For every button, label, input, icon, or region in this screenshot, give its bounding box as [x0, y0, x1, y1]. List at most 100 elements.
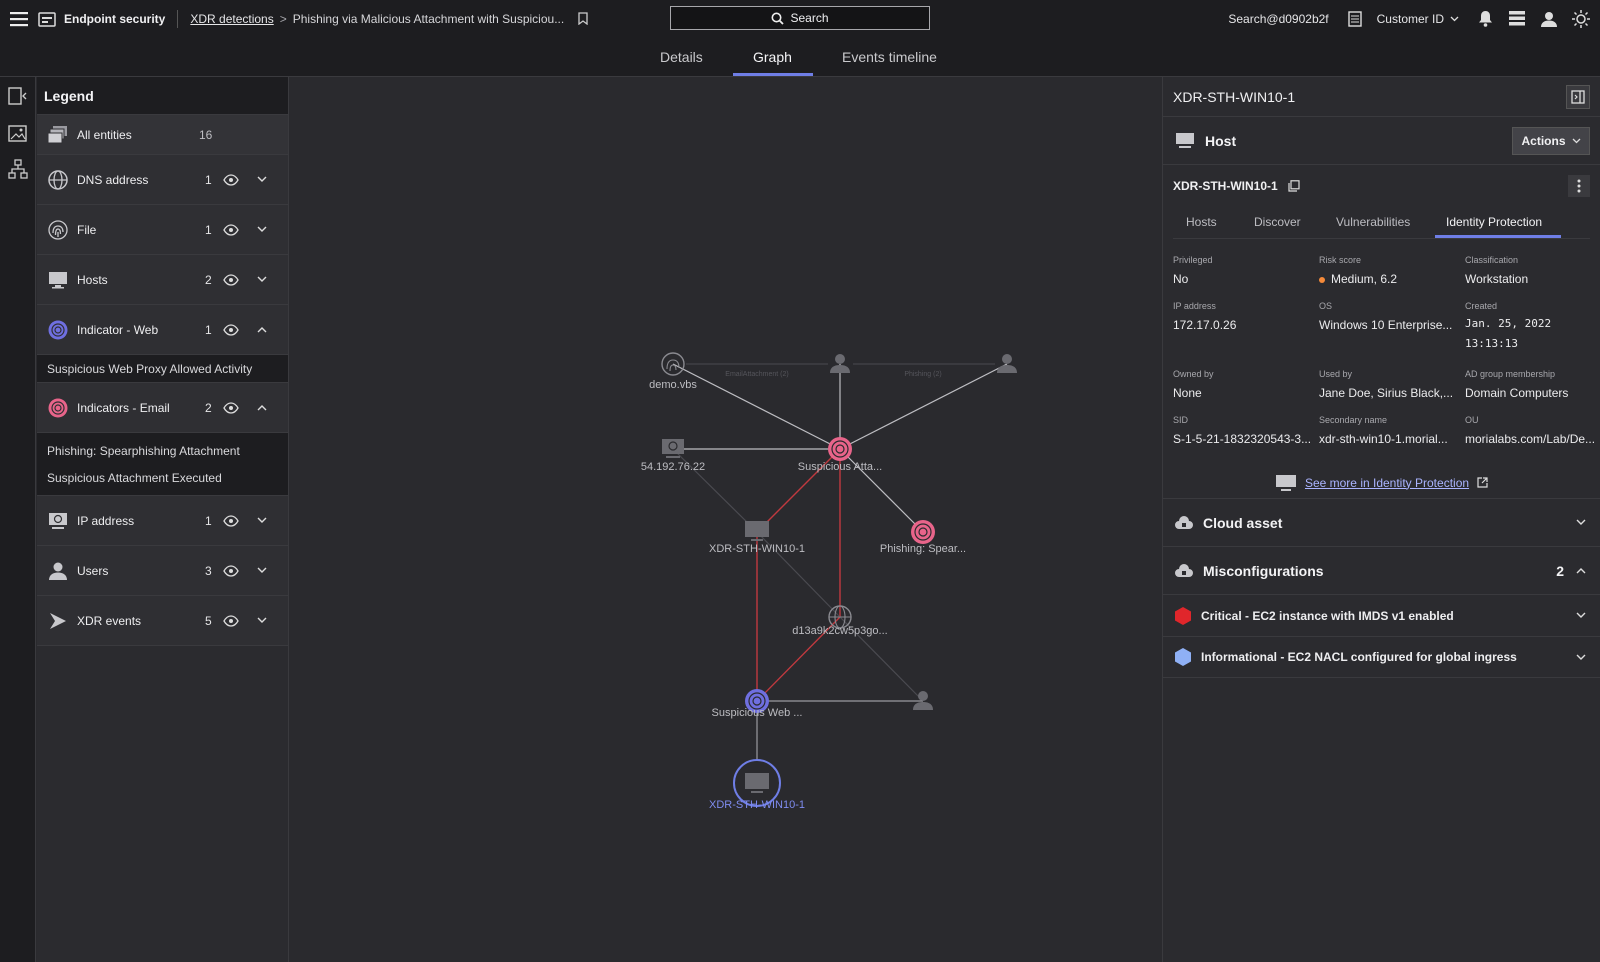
copy-icon[interactable]: [1288, 180, 1300, 192]
profile-icon[interactable]: [1538, 8, 1560, 30]
legend-sublist-indicators-email: Phishing: Spearphishing Attachment Suspi…: [37, 433, 288, 496]
theme-toggle-icon[interactable]: [1570, 8, 1592, 30]
legend-count: 1: [205, 322, 212, 337]
cloud-lock-icon: [1175, 515, 1193, 529]
field-secondary-name: Secondary name xdr-sth-win10-1.morial...: [1319, 415, 1448, 446]
see-more-link[interactable]: See more in Identity Protection: [1305, 476, 1469, 490]
legend-item-file[interactable]: File 1: [37, 205, 288, 255]
eye-icon[interactable]: [223, 323, 239, 336]
field-ip-address: IP address 172.17.0.26: [1173, 301, 1237, 332]
subtab-identity-protection[interactable]: Identity Protection: [1446, 215, 1542, 229]
node-label: 54.192.76.22: [640, 461, 706, 473]
list-item[interactable]: Suspicious Web Proxy Allowed Activity: [37, 355, 288, 382]
external-link-icon[interactable]: [1477, 477, 1488, 488]
collapse-panel-icon[interactable]: [8, 86, 28, 106]
legend-all-entities[interactable]: All entities 16: [37, 115, 288, 155]
image-icon[interactable]: [8, 124, 28, 144]
bookmark-icon[interactable]: [578, 12, 588, 25]
list-item[interactable]: Phishing: Spearphishing Attachment: [37, 437, 288, 464]
node-label: Suspicious Web ...: [711, 707, 803, 719]
legend-item-users[interactable]: Users 3: [37, 546, 288, 596]
chevron-down-icon[interactable]: [257, 617, 267, 624]
chevron-down-icon: [1572, 138, 1580, 144]
eye-icon[interactable]: [223, 514, 239, 527]
legend-count: 16: [199, 127, 213, 142]
misconfig-item-informational[interactable]: Informational - EC2 NACL configured for …: [1163, 636, 1600, 677]
field-risk-score: Risk score Medium, 6.2: [1319, 255, 1398, 286]
actions-button[interactable]: Actions: [1512, 127, 1590, 155]
node-phishing[interactable]: [911, 520, 935, 544]
monitor-icon: [1176, 133, 1194, 148]
legend-item-indicator-web[interactable]: Indicator - Web 1: [37, 305, 288, 355]
list-item[interactable]: Suspicious Attachment Executed: [37, 464, 288, 491]
legend-count: 2: [205, 400, 212, 415]
field-owned-by: Owned by None: [1173, 369, 1214, 400]
section-title: Misconfigurations: [1203, 562, 1324, 579]
graph-tree-icon[interactable]: [8, 159, 28, 179]
subtab-hosts[interactable]: Hosts: [1186, 215, 1217, 229]
customer-id-dropdown[interactable]: Customer ID: [1377, 12, 1459, 26]
identity-fields: Privileged No Risk score Medium, 6.2 Class…: [1173, 239, 1595, 471]
legend-item-ip-address[interactable]: IP address 1: [37, 496, 288, 546]
eye-icon[interactable]: [223, 273, 239, 286]
collapse-panel-button[interactable]: [1566, 85, 1590, 109]
misconfig-count: 2: [1556, 562, 1564, 579]
eye-icon[interactable]: [223, 614, 239, 627]
subtab-discover[interactable]: Discover: [1254, 215, 1301, 229]
divider: [177, 9, 179, 28]
node-user-2[interactable]: [997, 354, 1017, 373]
chevron-down-icon[interactable]: [257, 517, 267, 524]
legend-count: 1: [205, 172, 212, 187]
graph-svg: EmailAttachment (2) Phishing (2): [661, 352, 1017, 807]
user-account[interactable]: Search@d0902b2f: [1228, 12, 1328, 26]
eye-icon[interactable]: [223, 223, 239, 236]
chevron-down-icon[interactable]: [257, 567, 267, 574]
field-privileged: Privileged No: [1173, 255, 1213, 286]
subtab-vulnerabilities[interactable]: Vulnerabilities: [1336, 215, 1410, 229]
tab-events-timeline[interactable]: Events timeline: [842, 49, 937, 65]
field-sid: SID S-1-5-21-1832320543-3...: [1173, 415, 1312, 446]
eye-icon[interactable]: [223, 173, 239, 186]
graph-canvas[interactable]: EmailAttachment (2) Phishing (2) demo.vb…: [290, 77, 1161, 962]
tab-details[interactable]: Details: [660, 49, 703, 65]
chevron-up-icon[interactable]: [257, 404, 267, 411]
legend-item-dns-address[interactable]: DNS address 1: [37, 155, 288, 205]
messages-icon[interactable]: [1506, 8, 1528, 30]
eye-icon[interactable]: [223, 564, 239, 577]
panel-title: XDR-STH-WIN10-1: [1173, 88, 1296, 105]
misconfig-label: Critical - EC2 instance with IMDS v1 ena…: [1201, 608, 1454, 623]
chevron-down-icon[interactable]: [257, 276, 267, 283]
search-button[interactable]: Search: [670, 6, 930, 30]
legend-count: 5: [205, 613, 212, 628]
legend-item-indicators-email[interactable]: Indicators - Email 2: [37, 383, 288, 433]
bell-icon[interactable]: [1474, 8, 1496, 30]
fingerprint-icon: [47, 219, 69, 241]
legend-item-hosts[interactable]: Hosts 2: [37, 255, 288, 305]
node-label: demo.vbs: [649, 379, 697, 391]
section-cloud-asset[interactable]: Cloud asset: [1163, 499, 1600, 547]
chevron-down-icon[interactable]: [257, 226, 267, 233]
eye-icon[interactable]: [223, 401, 239, 414]
legend-item-xdr-events[interactable]: XDR events 5: [37, 596, 288, 646]
document-icon[interactable]: [1344, 8, 1366, 30]
chevron-down-icon[interactable]: [257, 176, 267, 183]
more-options-button[interactable]: [1568, 175, 1590, 197]
misconfig-item-critical[interactable]: Critical - EC2 instance with IMDS v1 ena…: [1163, 595, 1600, 636]
see-more-row: See more in Identity Protection: [1163, 471, 1600, 499]
field-ad-group: AD group membership Domain Computers: [1465, 369, 1569, 400]
kebab-icon: [1577, 179, 1581, 193]
indicator-web-icon: [47, 319, 69, 341]
chevron-up-icon[interactable]: [257, 326, 267, 333]
chevron-down-icon: [1576, 519, 1586, 525]
identity-protection-icon: [1275, 474, 1296, 491]
node-ip-address[interactable]: [662, 439, 684, 458]
menu-icon[interactable]: [0, 0, 38, 37]
tab-graph[interactable]: Graph: [753, 49, 792, 65]
node-user-1[interactable]: [830, 354, 850, 373]
top-bar: Endpoint security XDR detections > Phish…: [0, 0, 1600, 37]
breadcrumb-xdr-detections[interactable]: XDR detections: [190, 12, 273, 26]
section-misconfigurations[interactable]: Misconfigurations 2: [1163, 547, 1600, 595]
field-created: Created Jan. 25, 2022 13:13:13: [1465, 301, 1552, 350]
node-suspicious-attachment[interactable]: [828, 437, 852, 461]
panel-right-icon: [1571, 90, 1585, 104]
